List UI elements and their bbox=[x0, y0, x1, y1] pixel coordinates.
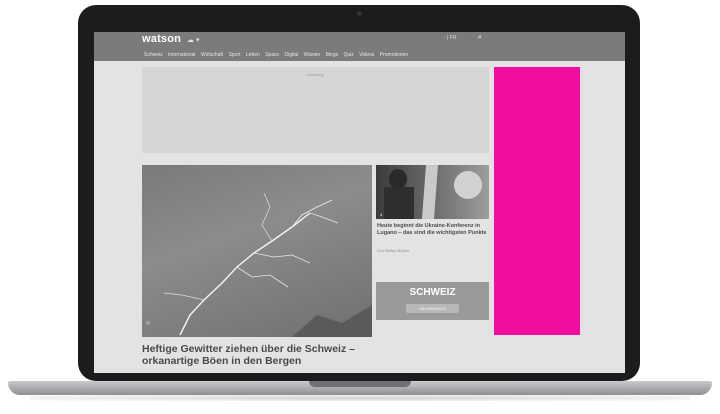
nav-item-international[interactable]: International bbox=[168, 52, 196, 58]
nav-item-sport[interactable]: Sport bbox=[229, 52, 241, 58]
site-logo[interactable]: watson bbox=[142, 33, 181, 45]
laptop-notch bbox=[309, 381, 411, 387]
people-photo-icon bbox=[384, 165, 482, 219]
main-article-title[interactable]: Heftige Gewitter ziehen über die Schweiz… bbox=[142, 343, 392, 367]
ad-banner[interactable]: Werbung bbox=[142, 67, 489, 153]
schweiz-subscribe-button[interactable]: ABONNIEREN bbox=[406, 304, 459, 313]
site-header: watson ☁ ▾ · | FR ⌕ Schweiz Internationa… bbox=[94, 32, 625, 61]
laptop-shadow bbox=[30, 395, 690, 401]
language-switch[interactable]: · | FR bbox=[444, 35, 456, 41]
lightning-icon bbox=[163, 192, 372, 337]
image-watermark: ◎ bbox=[146, 320, 151, 326]
browser-screen: watson ☁ ▾ · | FR ⌕ Schweiz Internationa… bbox=[94, 32, 625, 373]
nav-item-promotionen[interactable]: Promotionen bbox=[380, 52, 408, 58]
nav-item-blogs[interactable]: Blogs bbox=[326, 52, 339, 58]
schweiz-button-label: ABONNIEREN bbox=[419, 306, 446, 311]
nav-item-videos[interactable]: Videos bbox=[359, 52, 374, 58]
main-nav: Schweiz International Wirtschaft Sport L… bbox=[144, 52, 412, 58]
side-article-image[interactable] bbox=[376, 165, 489, 219]
side-article-author: Von Stefan Bühler bbox=[377, 248, 410, 253]
nav-item-spass[interactable]: Spass bbox=[265, 52, 279, 58]
ad-label: Werbung bbox=[307, 72, 324, 77]
side-article-title[interactable]: Heute beginnt die Ukraine-Konferenz in L… bbox=[377, 223, 492, 237]
schweiz-label: SCHWEIZ bbox=[409, 287, 456, 298]
nav-item-quiz[interactable]: Quiz bbox=[344, 52, 354, 58]
pink-ad[interactable] bbox=[494, 67, 580, 335]
lightning-image[interactable] bbox=[142, 165, 372, 337]
comment-count: 4 bbox=[380, 212, 383, 217]
cloud-sun-icon[interactable]: ☁ ▾ bbox=[187, 36, 199, 44]
schweiz-teaser[interactable]: SCHWEIZ ABONNIEREN bbox=[376, 282, 489, 320]
search-icon[interactable]: ⌕ bbox=[478, 34, 482, 42]
nav-item-wissen[interactable]: Wissen bbox=[304, 52, 320, 58]
nav-item-schweiz[interactable]: Schweiz bbox=[144, 52, 163, 58]
nav-item-digital[interactable]: Digital bbox=[285, 52, 299, 58]
nav-item-wirtschaft[interactable]: Wirtschaft bbox=[201, 52, 223, 58]
nav-item-leben[interactable]: Leben bbox=[246, 52, 260, 58]
camera-icon bbox=[357, 11, 362, 16]
